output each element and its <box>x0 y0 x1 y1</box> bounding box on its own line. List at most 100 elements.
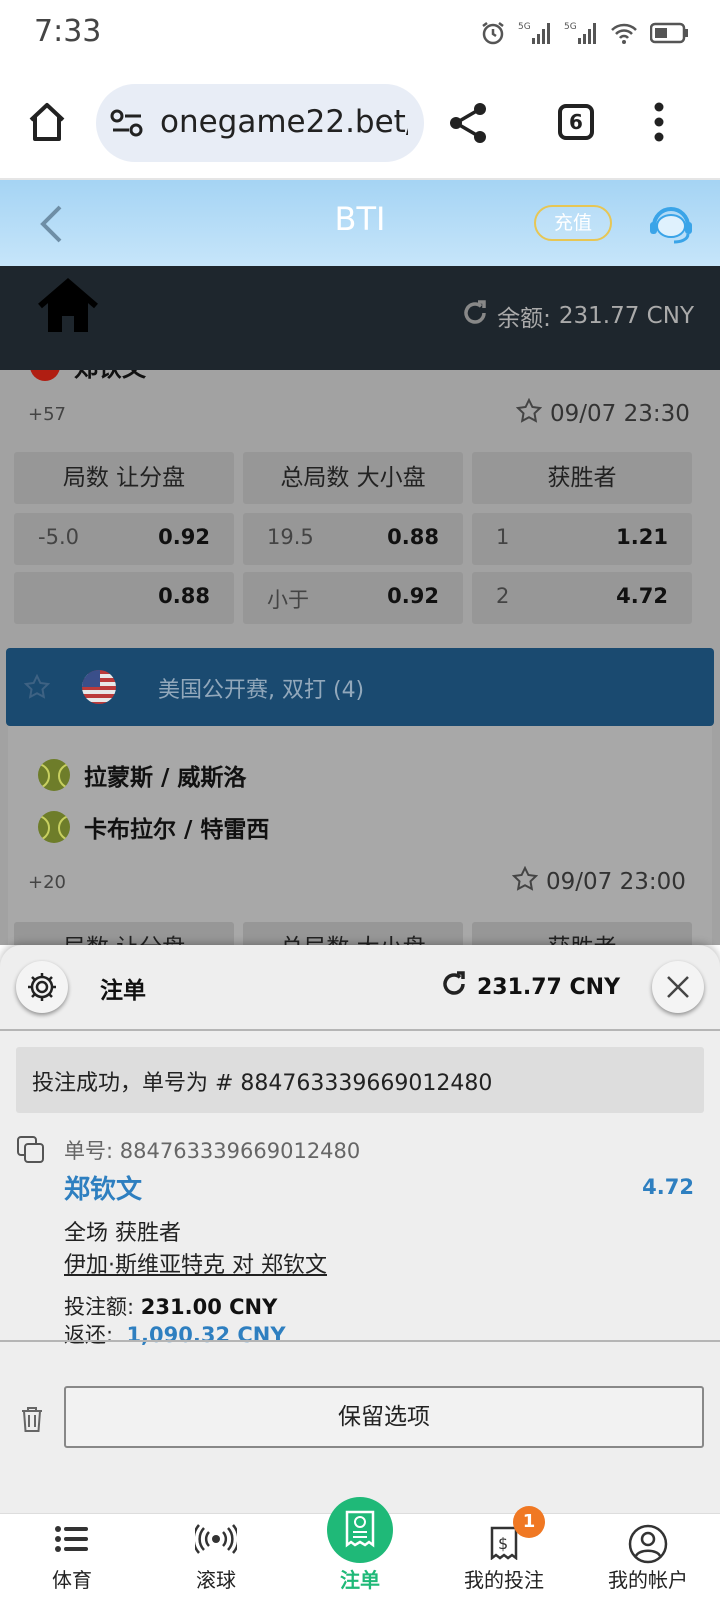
recharge-button[interactable]: 充值 <box>534 205 612 241</box>
market-header: 总局数 大小盘 <box>243 452 463 504</box>
return-row: 返还: 1,090.32 CNY <box>64 1323 286 1347</box>
gear-icon <box>26 971 58 1007</box>
more-markets-count[interactable]: +57 <box>28 404 66 425</box>
ticket-number: 单号: 884763339669012480 <box>64 1139 361 1163</box>
betslip-icon <box>344 1509 376 1553</box>
team-row: 拉蒙斯 / 威斯洛 <box>38 758 246 792</box>
favorite-star-icon[interactable] <box>23 673 51 704</box>
customer-service-icon[interactable] <box>648 202 694 250</box>
tab-switcher-button[interactable]: 6 <box>558 104 594 140</box>
battery-icon <box>649 22 690 48</box>
match-time: 09/07 23:00 <box>511 865 686 898</box>
balance-label: 余额: <box>497 306 551 332</box>
usa-flag-icon <box>82 670 116 704</box>
odds-button[interactable]: 0.88 <box>14 572 234 624</box>
odds-button[interactable]: -5.0 0.92 <box>14 513 234 565</box>
odds-button[interactable]: 2 4.72 <box>472 572 692 624</box>
more-options-icon[interactable] <box>654 102 664 146</box>
live-broadcast-icon <box>192 1524 240 1558</box>
nav-label: 滚球 <box>196 1568 236 1592</box>
stake-row: 投注额: 231.00 CNY <box>64 1295 278 1319</box>
keep-selections-button[interactable]: 保留选项 <box>64 1386 704 1448</box>
match-time: 09/07 23:30 <box>515 397 690 430</box>
slip-title: 注单 <box>100 978 146 1004</box>
team-name: 拉蒙斯 / 威斯洛 <box>84 765 247 791</box>
nav-label: 我的帐户 <box>608 1568 688 1592</box>
bet-slip-panel: 注单 231.77 CNY 投注成功，单号为 # 884763339669012… <box>0 945 720 1513</box>
star-icon[interactable] <box>511 865 539 898</box>
url-bar[interactable]: onegame22.bet/g <box>96 84 424 162</box>
selection-name: 郑钦文 <box>64 1175 143 1205</box>
svg-text:5G: 5G <box>518 22 531 32</box>
player-flag-icon <box>30 370 60 381</box>
match-list: 郑钦文 +57 09/07 23:30 局数 让分盘 总局数 大小盘 获胜者 -… <box>0 370 720 945</box>
trash-icon[interactable] <box>20 1405 44 1437</box>
event-link[interactable]: 伊加·斯维亚特克 对 郑钦文 <box>64 1247 327 1279</box>
signal-5g-icon-2: 5G <box>564 20 598 50</box>
browser-toolbar: onegame22.bet/g 6 <box>0 66 720 180</box>
betslip-active-button[interactable] <box>327 1497 393 1563</box>
signal-5g-icon: 5G <box>518 20 552 50</box>
sportsbook-nav: 余额: 231.77 CNY <box>0 266 720 370</box>
svg-text:$: $ <box>498 1534 508 1553</box>
balance-value: 231.77 CNY <box>558 303 694 329</box>
refresh-icon[interactable] <box>441 971 467 1003</box>
match-datetime: 09/07 23:30 <box>550 401 690 427</box>
match-datetime: 09/07 23:00 <box>546 869 686 895</box>
svg-text:5G: 5G <box>564 22 577 32</box>
status-bar: 7:33 5G 5G <box>0 0 720 66</box>
nav-label: 我的投注 <box>464 1568 544 1592</box>
player-row: 郑钦文 <box>30 370 146 383</box>
slip-balance-value: 231.77 CNY <box>476 974 620 1000</box>
star-icon[interactable] <box>515 397 543 430</box>
match-card: 拉蒙斯 / 威斯洛 卡布拉尔 / 特雷西 +20 09/07 23:00 局数 … <box>8 726 712 945</box>
nav-my-bets[interactable]: $ 我的投注 <box>432 1514 576 1600</box>
status-time: 7:33 <box>34 14 102 49</box>
status-icons: 5G 5G <box>480 20 690 50</box>
team-row: 卡布拉尔 / 特雷西 <box>38 810 269 844</box>
copy-icon[interactable] <box>16 1135 46 1169</box>
team-name: 卡布拉尔 / 特雷西 <box>84 817 270 843</box>
share-icon[interactable] <box>448 102 488 148</box>
nav-my-account[interactable]: 我的帐户 <box>576 1514 720 1600</box>
divider <box>0 1340 720 1342</box>
odds-button[interactable]: 1 1.21 <box>472 513 692 565</box>
nav-live[interactable]: 滚球 <box>144 1514 288 1600</box>
close-button[interactable] <box>652 961 704 1013</box>
market-name: 全场 获胜者 <box>64 1221 181 1246</box>
nav-sports[interactable]: 体育 <box>0 1514 144 1600</box>
league-header[interactable]: 美国公开赛, 双打 (4) <box>6 648 714 726</box>
home-icon[interactable] <box>38 278 98 338</box>
list-icon <box>54 1524 90 1558</box>
my-bets-badge: 1 <box>513 1506 545 1538</box>
market-header: 总局数 大小盘 <box>243 922 463 945</box>
wifi-icon <box>610 21 638 49</box>
league-name: 美国公开赛, 双打 (4) <box>158 678 365 703</box>
home-icon[interactable] <box>28 102 66 146</box>
tennis-ball-icon <box>38 811 70 843</box>
tennis-ball-icon <box>38 759 70 791</box>
refresh-icon[interactable] <box>461 299 489 333</box>
market-header: 获胜者 <box>472 922 692 945</box>
divider <box>0 1029 720 1031</box>
market-header: 局数 让分盘 <box>14 922 234 945</box>
market-header: 获胜者 <box>472 452 692 504</box>
nav-label: 注单 <box>340 1568 380 1592</box>
success-message: 投注成功，单号为 # 884763339669012480 <box>32 1071 493 1096</box>
market-header: 局数 让分盘 <box>14 452 234 504</box>
app-header: BTI 充值 <box>0 180 720 266</box>
odds-button[interactable]: 小于 0.92 <box>243 572 463 624</box>
success-banner: 投注成功，单号为 # 884763339669012480 <box>16 1047 704 1113</box>
slip-balance: 231.77 CNY <box>441 971 620 1003</box>
user-icon <box>628 1524 668 1568</box>
alarm-icon <box>480 20 506 50</box>
site-settings-icon[interactable] <box>110 108 144 142</box>
selection-odds: 4.72 <box>642 1175 694 1199</box>
page-title: BTI <box>334 200 386 238</box>
more-markets-count[interactable]: +20 <box>28 872 66 893</box>
url-text[interactable]: onegame22.bet/g <box>160 104 408 140</box>
settings-button[interactable] <box>16 961 68 1013</box>
close-icon <box>666 975 690 1003</box>
nav-label: 体育 <box>52 1568 92 1592</box>
odds-button[interactable]: 19.5 0.88 <box>243 513 463 565</box>
